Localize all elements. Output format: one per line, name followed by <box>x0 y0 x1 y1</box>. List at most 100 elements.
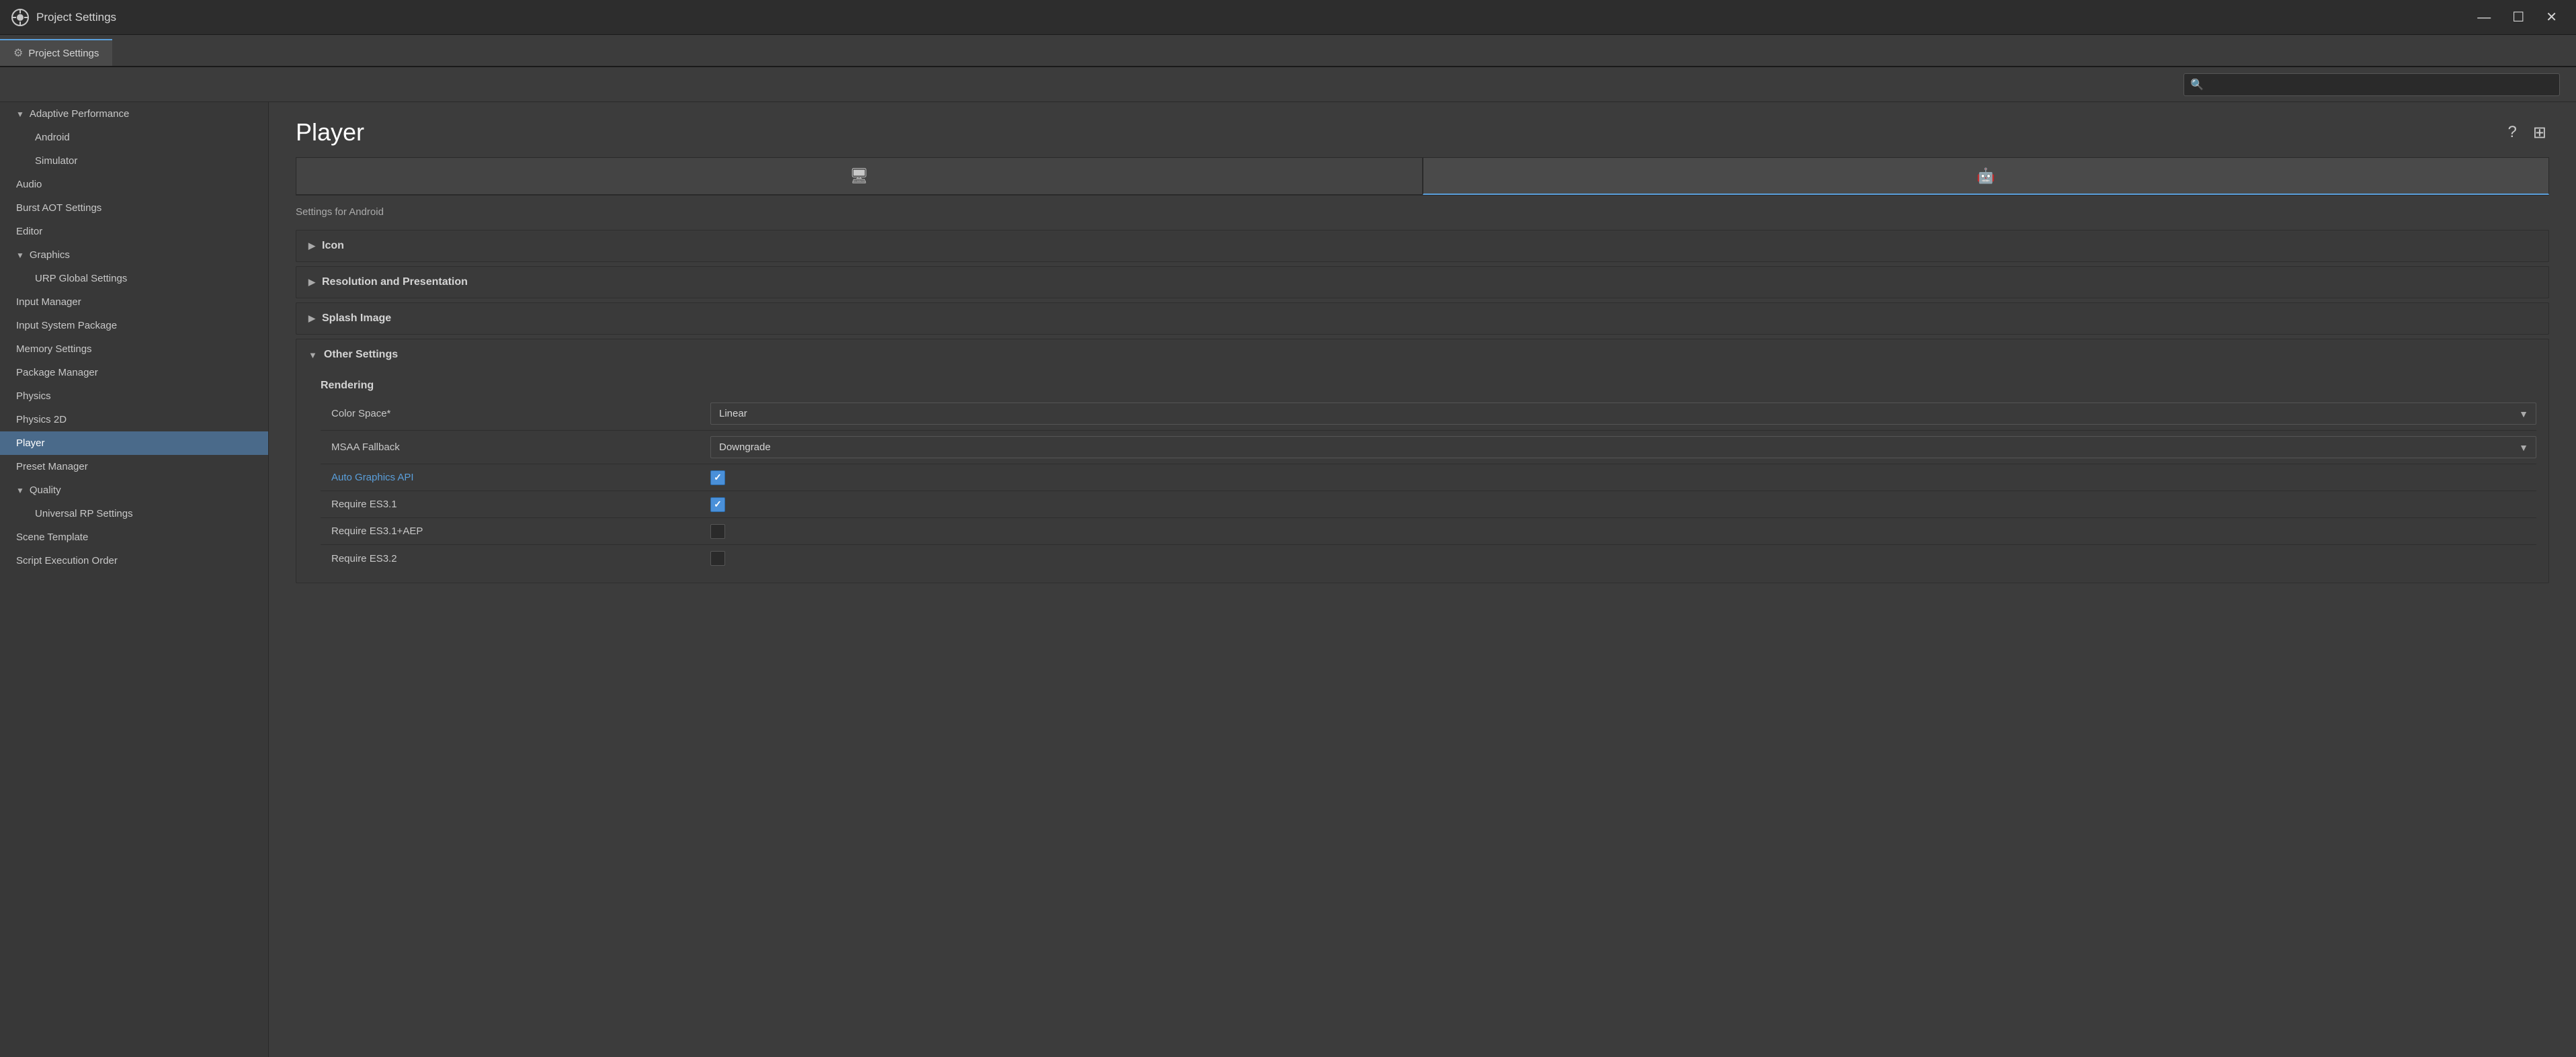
section-icon-header[interactable]: ▶ Icon <box>296 230 2548 261</box>
auto-graphics-checkbox-wrap <box>710 470 725 485</box>
sidebar-item-scene-template[interactable]: Scene Template <box>0 525 268 549</box>
sidebar-item-editor[interactable]: Editor <box>0 220 268 243</box>
maximize-button[interactable]: ☐ <box>2504 8 2532 27</box>
section-other-settings: ▼ Other Settings Rendering Color Space* … <box>296 339 2549 583</box>
sidebar-item-label: Physics 2D <box>16 414 67 425</box>
tab-bar: ⚙ Project Settings <box>0 35 2576 67</box>
minimize-button[interactable]: — <box>2469 8 2499 27</box>
sidebar: ▼ Adaptive Performance Android Simulator… <box>0 102 269 1057</box>
section-icon: ▶ Icon <box>296 230 2549 262</box>
sidebar-item-audio[interactable]: Audio <box>0 173 268 196</box>
rendering-subtitle: Rendering <box>321 370 2536 397</box>
content-area: Player ? ⊞ 🖥 🤖 Settings for Android ▶ Ic… <box>269 102 2576 1057</box>
search-bar: 🔍 <box>0 67 2576 102</box>
section-splash: ▶ Splash Image <box>296 302 2549 335</box>
setting-require-es31: Require ES3.1 <box>321 491 2536 518</box>
require-es31-checkbox[interactable] <box>710 497 725 512</box>
sidebar-item-adaptive-performance[interactable]: ▼ Adaptive Performance <box>0 102 268 126</box>
pc-icon: 🖥 <box>849 167 868 185</box>
require-es31-checkbox-wrap <box>710 497 725 512</box>
sidebar-item-label: Simulator <box>35 155 77 167</box>
section-resolution: ▶ Resolution and Presentation <box>296 266 2549 298</box>
sidebar-item-urp-global[interactable]: URP Global Settings <box>0 267 268 290</box>
section-arrow-icon: ▼ <box>308 350 317 360</box>
setting-require-es31-aep: Require ES3.1+AEP <box>321 518 2536 545</box>
arrow-icon: ▼ <box>16 251 24 260</box>
msaa-fallback-dropdown[interactable]: Downgrade Upgrade None <box>710 436 2536 458</box>
sidebar-item-label: URP Global Settings <box>35 273 127 284</box>
sidebar-item-label: Physics <box>16 390 51 402</box>
sidebar-item-label: Audio <box>16 179 42 190</box>
search-input-wrap: 🔍 <box>2184 73 2560 96</box>
require-es31-aep-checkbox-wrap <box>710 524 725 539</box>
section-arrow-icon: ▶ <box>308 277 315 288</box>
android-icon: 🤖 <box>1977 167 1995 185</box>
color-space-dropdown[interactable]: Linear Gamma <box>710 403 2536 425</box>
sidebar-item-physics[interactable]: Physics <box>0 384 268 408</box>
main-layout: ▼ Adaptive Performance Android Simulator… <box>0 102 2576 1057</box>
sidebar-item-player[interactable]: Player <box>0 431 268 455</box>
platform-tab-pc[interactable]: 🖥 <box>296 157 1423 195</box>
sidebar-item-script-execution[interactable]: Script Execution Order <box>0 549 268 573</box>
sidebar-item-label: Input Manager <box>16 296 81 308</box>
layout-button[interactable]: ⊞ <box>2530 120 2549 145</box>
close-button[interactable]: ✕ <box>2538 8 2565 27</box>
require-es32-label: Require ES3.2 <box>321 553 697 564</box>
setting-auto-graphics-api: Auto Graphics API <box>321 464 2536 491</box>
require-es31-label: Require ES3.1 <box>321 499 697 510</box>
require-es32-value <box>710 551 2536 566</box>
sidebar-item-label: Scene Template <box>16 532 88 543</box>
sidebar-item-label: Burst AOT Settings <box>16 202 101 214</box>
section-other-header[interactable]: ▼ Other Settings <box>296 339 2548 370</box>
require-es31-value <box>710 497 2536 512</box>
sidebar-item-simulator[interactable]: Simulator <box>0 149 268 173</box>
arrow-icon: ▼ <box>16 486 24 495</box>
auto-graphics-api-checkbox[interactable] <box>710 470 725 485</box>
sidebar-item-graphics[interactable]: ▼ Graphics <box>0 243 268 267</box>
sidebar-item-input-manager[interactable]: Input Manager <box>0 290 268 314</box>
section-splash-header[interactable]: ▶ Splash Image <box>296 303 2548 334</box>
sidebar-item-label: Graphics <box>30 249 70 261</box>
gear-icon: ⚙ <box>13 46 23 60</box>
sidebar-item-label: Universal RP Settings <box>35 508 133 519</box>
sidebar-item-label: Player <box>16 437 45 449</box>
setting-color-space: Color Space* Linear Gamma ▼ <box>321 397 2536 431</box>
color-space-value: Linear Gamma ▼ <box>710 403 2536 425</box>
sidebar-item-preset-manager[interactable]: Preset Manager <box>0 455 268 478</box>
sidebar-item-android[interactable]: Android <box>0 126 268 149</box>
msaa-fallback-dropdown-wrap: Downgrade Upgrade None ▼ <box>710 436 2536 458</box>
page-title: Player <box>296 118 364 146</box>
require-es32-checkbox[interactable] <box>710 551 725 566</box>
sidebar-item-universal-rp[interactable]: Universal RP Settings <box>0 502 268 525</box>
section-icon-label: Icon <box>322 240 344 252</box>
section-splash-label: Splash Image <box>322 312 391 325</box>
sidebar-item-label: Adaptive Performance <box>30 108 129 120</box>
help-button[interactable]: ? <box>2505 120 2520 144</box>
section-other-content: Rendering Color Space* Linear Gamma ▼ <box>296 370 2548 583</box>
color-space-dropdown-wrap: Linear Gamma ▼ <box>710 403 2536 425</box>
sidebar-item-label: Editor <box>16 226 42 237</box>
project-settings-tab[interactable]: ⚙ Project Settings <box>0 39 112 66</box>
header-icons: ? ⊞ <box>2505 120 2549 145</box>
setting-msaa-fallback: MSAA Fallback Downgrade Upgrade None ▼ <box>321 431 2536 464</box>
sidebar-item-label: Preset Manager <box>16 461 88 472</box>
sidebar-item-label: Memory Settings <box>16 343 92 355</box>
sidebar-item-memory-settings[interactable]: Memory Settings <box>0 337 268 361</box>
section-arrow-icon: ▶ <box>308 241 315 251</box>
section-resolution-header[interactable]: ▶ Resolution and Presentation <box>296 267 2548 298</box>
require-es31-aep-checkbox[interactable] <box>710 524 725 539</box>
sidebar-item-label: Quality <box>30 484 61 496</box>
search-input[interactable] <box>2184 73 2560 96</box>
search-icon: 🔍 <box>2190 78 2204 91</box>
sidebar-item-package-manager[interactable]: Package Manager <box>0 361 268 384</box>
sidebar-item-quality[interactable]: ▼ Quality <box>0 478 268 502</box>
sidebar-item-burst-aot[interactable]: Burst AOT Settings <box>0 196 268 220</box>
sidebar-item-label: Script Execution Order <box>16 555 118 566</box>
sidebar-item-physics-2d[interactable]: Physics 2D <box>0 408 268 431</box>
platform-tabs: 🖥 🤖 <box>296 157 2549 196</box>
tab-label: Project Settings <box>28 48 99 59</box>
platform-tab-android[interactable]: 🤖 <box>1423 157 2550 195</box>
sidebar-item-input-system[interactable]: Input System Package <box>0 314 268 337</box>
msaa-fallback-value: Downgrade Upgrade None ▼ <box>710 436 2536 458</box>
auto-graphics-api-label[interactable]: Auto Graphics API <box>321 472 697 483</box>
